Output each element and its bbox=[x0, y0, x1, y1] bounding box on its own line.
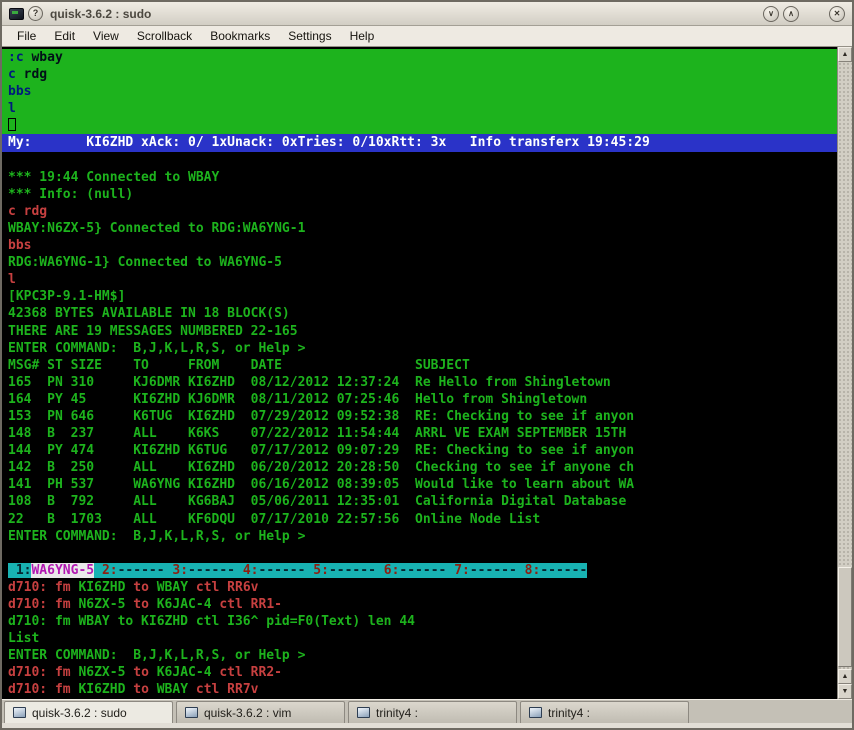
terminal-line: WBAY:N6ZX-5} Connected to RDG:WA6YNG-1 bbox=[8, 220, 306, 236]
session-tab-4[interactable]: trinity4 : bbox=[520, 701, 689, 723]
terminal-line: 144 PY 474 KI6ZHD K6TUG 07/17/2012 09:07… bbox=[8, 443, 635, 459]
scroll-down-button[interactable]: ▼ bbox=[838, 684, 852, 699]
terminal-line: 142 B 250 ALL KI6ZHD 06/20/2012 20:28:50… bbox=[8, 460, 635, 476]
terminal-line: 164 PY 45 KI6ZHD KJ6DMR 08/11/2012 07:25… bbox=[8, 391, 588, 407]
terminal-line: ENTER COMMAND: B,J,K,L,R,S, or Help > bbox=[8, 528, 306, 544]
session-tab-3[interactable]: trinity4 : bbox=[348, 701, 517, 723]
terminal-app-icon bbox=[9, 7, 24, 20]
konsole-window: ? quisk-3.6.2 : sudo ∨ ∧ ✕ File Edit View S… bbox=[0, 0, 854, 730]
minimize-button[interactable]: ∨ bbox=[763, 5, 779, 22]
terminal-line: [KPC3P-9.1-HM$] bbox=[8, 289, 126, 305]
window-title: quisk-3.6.2 : sudo bbox=[50, 6, 152, 21]
terminal-line: 108 B 792 ALL KG6BAJ 05/06/2011 12:35:01… bbox=[8, 494, 627, 510]
terminal-line: 42368 BYTES AVAILABLE IN 18 BLOCK(S) bbox=[8, 306, 290, 322]
input-echo-line: l bbox=[2, 100, 837, 118]
terminal-line: *** Info: (null) bbox=[8, 186, 134, 202]
terminal-line: THERE ARE 19 MESSAGES NUMBERED 22-165 bbox=[8, 323, 298, 339]
terminal-line: ENTER COMMAND: B,J,K,L,R,S, or Help > bbox=[8, 340, 306, 356]
terminal-line: d710: fm KI6ZHD to WBAY ctl RR6v bbox=[8, 579, 259, 595]
scroll-up-button-bottom[interactable]: ▲ bbox=[838, 669, 852, 684]
terminal-line: d710: fm KI6ZHD to WBAY ctl RR7v bbox=[8, 682, 259, 698]
link-status-bar: My: KI6ZHD xAck: 0/ 1xUnack: 0xTries: 0/… bbox=[2, 134, 837, 152]
terminal-icon bbox=[185, 707, 198, 718]
close-button[interactable]: ✕ bbox=[829, 5, 845, 22]
terminal-line: ENTER COMMAND: B,J,K,L,R,S, or Help > bbox=[8, 648, 306, 664]
terminal-line: c rdg bbox=[8, 203, 48, 219]
terminal-line: bbs bbox=[8, 238, 32, 254]
input-echo-line: :c wbay bbox=[2, 49, 837, 67]
terminal-icon bbox=[13, 707, 26, 718]
input-cursor-line bbox=[2, 117, 837, 135]
terminal-line: 141 PH 537 WA6YNG KI6ZHD 06/16/2012 08:3… bbox=[8, 477, 635, 493]
session-tab-2[interactable]: quisk-3.6.2 : vim bbox=[176, 701, 345, 723]
terminal-line: *** 19:44 Connected to WBAY bbox=[8, 169, 220, 185]
tab-label: trinity4 : bbox=[548, 705, 591, 720]
terminal-line: d710: fm WBAY to KI6ZHD ctl I36^ pid=F0(… bbox=[8, 614, 415, 630]
terminal-screen[interactable]: :c wbay c rdg bbs l My: KI6ZHD xAck: 0/ 1xUn… bbox=[2, 47, 837, 699]
menu-view[interactable]: View bbox=[84, 27, 128, 45]
terminal-icon bbox=[357, 707, 370, 718]
tab-bar: quisk-3.6.2 : sudo quisk-3.6.2 : vim trini… bbox=[2, 699, 852, 723]
terminal-icon bbox=[529, 707, 542, 718]
terminal-line: MSG# ST SIZE TO FROM DATE SUBJECT bbox=[8, 357, 470, 373]
session-tab-1[interactable]: quisk-3.6.2 : sudo bbox=[4, 701, 173, 723]
title-bar[interactable]: ? quisk-3.6.2 : sudo ∨ ∧ ✕ bbox=[2, 2, 852, 26]
maximize-button[interactable]: ∧ bbox=[783, 5, 799, 22]
terminal-line: List bbox=[8, 631, 40, 647]
channel-status-bar: 1:WA6YNG-5 2:------ 3:------ 4:------ 5:… bbox=[8, 562, 588, 578]
terminal-line: 153 PN 646 K6TUG KI6ZHD 07/29/2012 09:52… bbox=[8, 408, 635, 424]
terminal-line: l bbox=[8, 272, 16, 288]
tab-label: quisk-3.6.2 : sudo bbox=[32, 705, 127, 720]
menu-bar: File Edit View Scrollback Bookmarks Settings H… bbox=[2, 26, 852, 47]
tab-label: trinity4 : bbox=[376, 705, 419, 720]
scrollbar-track[interactable] bbox=[838, 62, 852, 669]
scrollbar-thumb[interactable] bbox=[838, 567, 852, 667]
terminal-line: RDG:WA6YNG-1} Connected to WA6YNG-5 bbox=[8, 255, 282, 271]
menu-help[interactable]: Help bbox=[341, 27, 384, 45]
menu-scrollback[interactable]: Scrollback bbox=[128, 27, 201, 45]
terminal-line: 22 B 1703 ALL KF6DQU 07/17/2010 22:57:56… bbox=[8, 511, 541, 527]
terminal-line: d710: fm N6ZX-5 to K6JAC-4 ctl RR2- bbox=[8, 665, 282, 681]
scrollbar[interactable]: ▲ ▲ ▼ bbox=[837, 47, 852, 699]
input-echo-line: bbs bbox=[2, 83, 837, 101]
terminal-area: :c wbay c rdg bbs l My: KI6ZHD xAck: 0/ 1xUn… bbox=[2, 47, 852, 699]
terminal-line: 148 B 237 ALL K6KS 07/22/2012 11:54:44 A… bbox=[8, 426, 627, 442]
terminal-line: d710: fm N6ZX-5 to K6JAC-4 ctl RR1- bbox=[8, 597, 282, 612]
text-cursor bbox=[8, 118, 16, 132]
input-echo-line: c rdg bbox=[2, 66, 837, 84]
terminal-line: 165 PN 310 KJ6DMR KI6ZHD 08/12/2012 12:3… bbox=[8, 374, 611, 390]
tab-label: quisk-3.6.2 : vim bbox=[204, 705, 292, 720]
menu-settings[interactable]: Settings bbox=[279, 27, 340, 45]
menu-bookmarks[interactable]: Bookmarks bbox=[201, 27, 279, 45]
scroll-up-button[interactable]: ▲ bbox=[838, 47, 852, 62]
menu-edit[interactable]: Edit bbox=[45, 27, 84, 45]
help-button[interactable]: ? bbox=[28, 6, 43, 21]
menu-file[interactable]: File bbox=[8, 27, 45, 45]
